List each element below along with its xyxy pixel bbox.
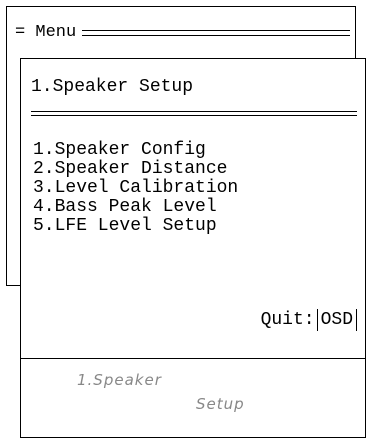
osd-display-line-2: Setup [196, 395, 245, 413]
menu-title-row: = Menu [15, 23, 350, 43]
osd-display-panel: 1.Speaker Setup [20, 358, 366, 438]
menu-item-bass-peak-level[interactable]: 4.Bass Peak Level [33, 198, 238, 217]
menu-item-lfe-level-setup[interactable]: 5.LFE Level Setup [33, 217, 238, 236]
submenu-title: 1.Speaker Setup [31, 77, 194, 97]
quit-hint: Quit: OSD [261, 309, 357, 331]
osd-display-line-1: 1.Speaker [77, 371, 162, 389]
osd-quit-key[interactable]: OSD [316, 309, 357, 331]
menu-title: = Menu [15, 23, 77, 42]
submenu-item-list: 1.Speaker Config 2.Speaker Distance 3.Le… [33, 141, 238, 236]
menu-title-double-rule [82, 30, 350, 36]
menu-item-level-calibration[interactable]: 3.Level Calibration [33, 179, 238, 198]
menu-item-speaker-config[interactable]: 1.Speaker Config [33, 141, 238, 160]
menu-item-speaker-distance[interactable]: 2.Speaker Distance [33, 160, 238, 179]
quit-label: Quit: [260, 310, 315, 330]
submenu-title-double-rule [31, 111, 357, 116]
speaker-setup-submenu: 1.Speaker Setup 1.Speaker Config 2.Speak… [20, 58, 366, 376]
